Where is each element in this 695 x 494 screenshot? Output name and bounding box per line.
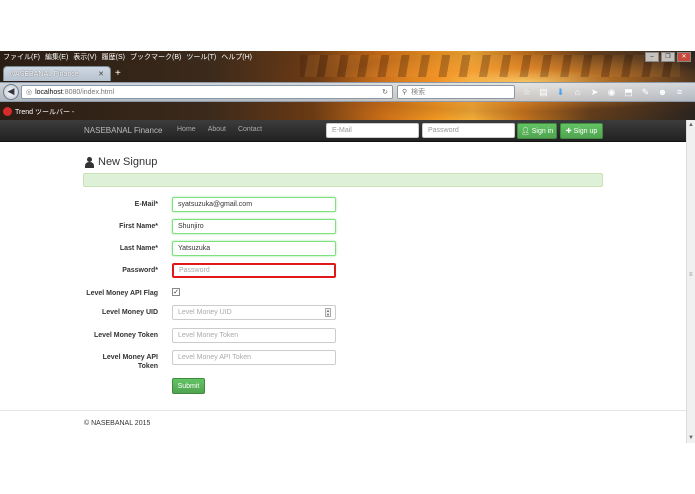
last-name-field[interactable]: Yatsuzuka <box>172 241 336 256</box>
bottom-margin <box>0 443 695 494</box>
api-token-label-line2: Token <box>137 363 158 370</box>
success-alert <box>83 173 603 187</box>
page-title-text: New Signup <box>98 156 158 168</box>
send-icon[interactable]: ➤ <box>589 87 600 98</box>
addon-icon[interactable]: ◉ <box>606 87 617 98</box>
minimize-icon[interactable]: – <box>645 52 659 62</box>
trend-logo-icon <box>3 107 12 116</box>
api-flag-checkbox[interactable]: ✓ <box>172 288 180 296</box>
footer-copyright: © NASEBANAL 2015 <box>84 420 151 427</box>
menu-edit[interactable]: 編集(E) <box>45 52 68 62</box>
password-field[interactable]: Password <box>172 263 336 278</box>
api-token-field[interactable]: Level Money API Token <box>172 350 336 365</box>
menu-help[interactable]: ヘルプ(H) <box>221 52 252 62</box>
nav-links: Home About Contact <box>177 126 262 133</box>
token-label: Level Money Token <box>93 332 158 339</box>
plus-icon: ✚ <box>565 128 572 135</box>
home-icon[interactable]: ⌂ <box>572 87 583 98</box>
login-password-input[interactable]: Password <box>422 123 515 138</box>
menu-bookmarks[interactable]: ブックマーク(B) <box>130 52 181 62</box>
trend-toolbar: Trend ツールバー - <box>0 103 695 120</box>
extension-icon[interactable]: ✎ <box>640 87 651 98</box>
tab-title: NASEBANAL Finance <box>10 70 79 78</box>
download-icon[interactable]: ⬇ <box>555 87 566 98</box>
site-navbar: NASEBANAL Finance Home About Contact E-M… <box>0 120 686 142</box>
email-field[interactable]: syatsuzuka@gmail.com <box>172 197 336 212</box>
first-name-field[interactable]: Shunjiro <box>172 219 336 234</box>
reload-icon[interactable]: ↻ <box>382 88 388 96</box>
menu-view[interactable]: 表示(V) <box>73 52 96 62</box>
url-path: :8080/index.html <box>62 88 115 96</box>
theme-clouds <box>300 55 680 77</box>
signup-button[interactable]: ✚ Sign up <box>560 123 603 139</box>
first-name-label: First Name* <box>119 223 158 230</box>
trend-toolbar-label[interactable]: Trend ツールバー - <box>15 107 74 117</box>
scroll-up-icon[interactable]: ▲ <box>688 122 694 128</box>
uid-field[interactable]: Level Money UID ▲ ▼ <box>172 305 336 320</box>
brand-link[interactable]: NASEBANAL Finance <box>84 126 162 135</box>
last-name-label: Last Name* <box>119 245 158 252</box>
scroll-down-icon[interactable]: ▼ <box>688 435 694 441</box>
menu-history[interactable]: 履歴(S) <box>102 52 125 62</box>
user-icon <box>84 156 95 168</box>
menu-tools[interactable]: ツール(T) <box>186 52 216 62</box>
password-label: Password* <box>122 267 158 274</box>
signin-label: Sign in <box>531 127 554 135</box>
search-icon: ⚲ <box>402 89 408 96</box>
login-email-input[interactable]: E-Mail <box>326 123 419 138</box>
number-spinner-icon[interactable]: ▲ ▼ <box>325 308 331 317</box>
back-arrow-icon[interactable]: ◀ <box>3 84 19 100</box>
signup-label: Sign up <box>573 127 598 135</box>
page-title: New Signup <box>84 156 157 168</box>
token-field[interactable]: Level Money Token <box>172 328 336 343</box>
nav-contact-link[interactable]: Contact <box>238 126 262 133</box>
email-label: E-Mail* <box>134 201 158 208</box>
menu-file[interactable]: ファイル(F) <box>3 52 40 62</box>
new-tab-icon[interactable]: + <box>115 67 127 81</box>
search-bar[interactable]: ⚲ 検索 <box>397 85 515 99</box>
browser-chrome: ファイル(F) 編集(E) 表示(V) 履歴(S) ブックマーク(B) ツール(… <box>0 51 695 120</box>
restore-icon[interactable]: ❐ <box>661 52 675 62</box>
sync-icon[interactable]: ⬒ <box>623 87 634 98</box>
nav-about-link[interactable]: About <box>208 126 226 133</box>
globe-icon: ◎ <box>26 89 33 96</box>
browser-toolbar: ◀ ◎ localhost :8080/index.html ↻ ⚲ 検索 ☆ … <box>0 82 695 102</box>
uid-placeholder: Level Money UID <box>178 309 232 316</box>
url-bar[interactable]: ◎ localhost :8080/index.html ↻ <box>21 85 393 99</box>
submit-button[interactable]: Submit <box>172 378 205 394</box>
user-icon: 👤︎ <box>520 128 530 135</box>
tab-bar: NASEBANAL Finance ✕ + <box>0 65 127 81</box>
url-host: localhost <box>35 88 63 96</box>
page-viewport: NASEBANAL Finance Home About Contact E-M… <box>0 120 695 443</box>
hamburger-menu-icon[interactable]: ≡ <box>674 87 685 98</box>
top-margin <box>0 0 695 51</box>
toolbar-icons: ☆ ▤ ⬇ ⌂ ➤ ◉ ⬒ ✎ ☻ ≡ <box>521 87 685 98</box>
menu-bar: ファイル(F) 編集(E) 表示(V) 履歴(S) ブックマーク(B) ツール(… <box>0 51 257 63</box>
bookmarks-list-icon[interactable]: ▤ <box>538 87 549 98</box>
signin-button[interactable]: 👤︎ Sign in <box>517 123 557 139</box>
tab-active[interactable]: NASEBANAL Finance ✕ <box>3 66 111 81</box>
nav-home-link[interactable]: Home <box>177 126 196 133</box>
footer-divider <box>0 410 686 411</box>
smiley-icon[interactable]: ☻ <box>657 87 668 98</box>
api-flag-label: Level Money API Flag <box>86 290 158 297</box>
scroll-thumb[interactable]: ≡ <box>689 272 693 278</box>
window-controls: – ❐ ✕ <box>645 52 691 62</box>
uid-label: Level Money UID <box>101 309 158 316</box>
api-token-label-line1: Level Money API <box>102 354 158 361</box>
search-placeholder: 検索 <box>411 89 426 96</box>
tab-close-icon[interactable]: ✕ <box>98 70 104 78</box>
bookmark-star-icon[interactable]: ☆ <box>521 87 532 98</box>
vertical-scrollbar[interactable]: ▲ ≡ ▼ <box>686 120 695 443</box>
close-window-icon[interactable]: ✕ <box>677 52 691 62</box>
